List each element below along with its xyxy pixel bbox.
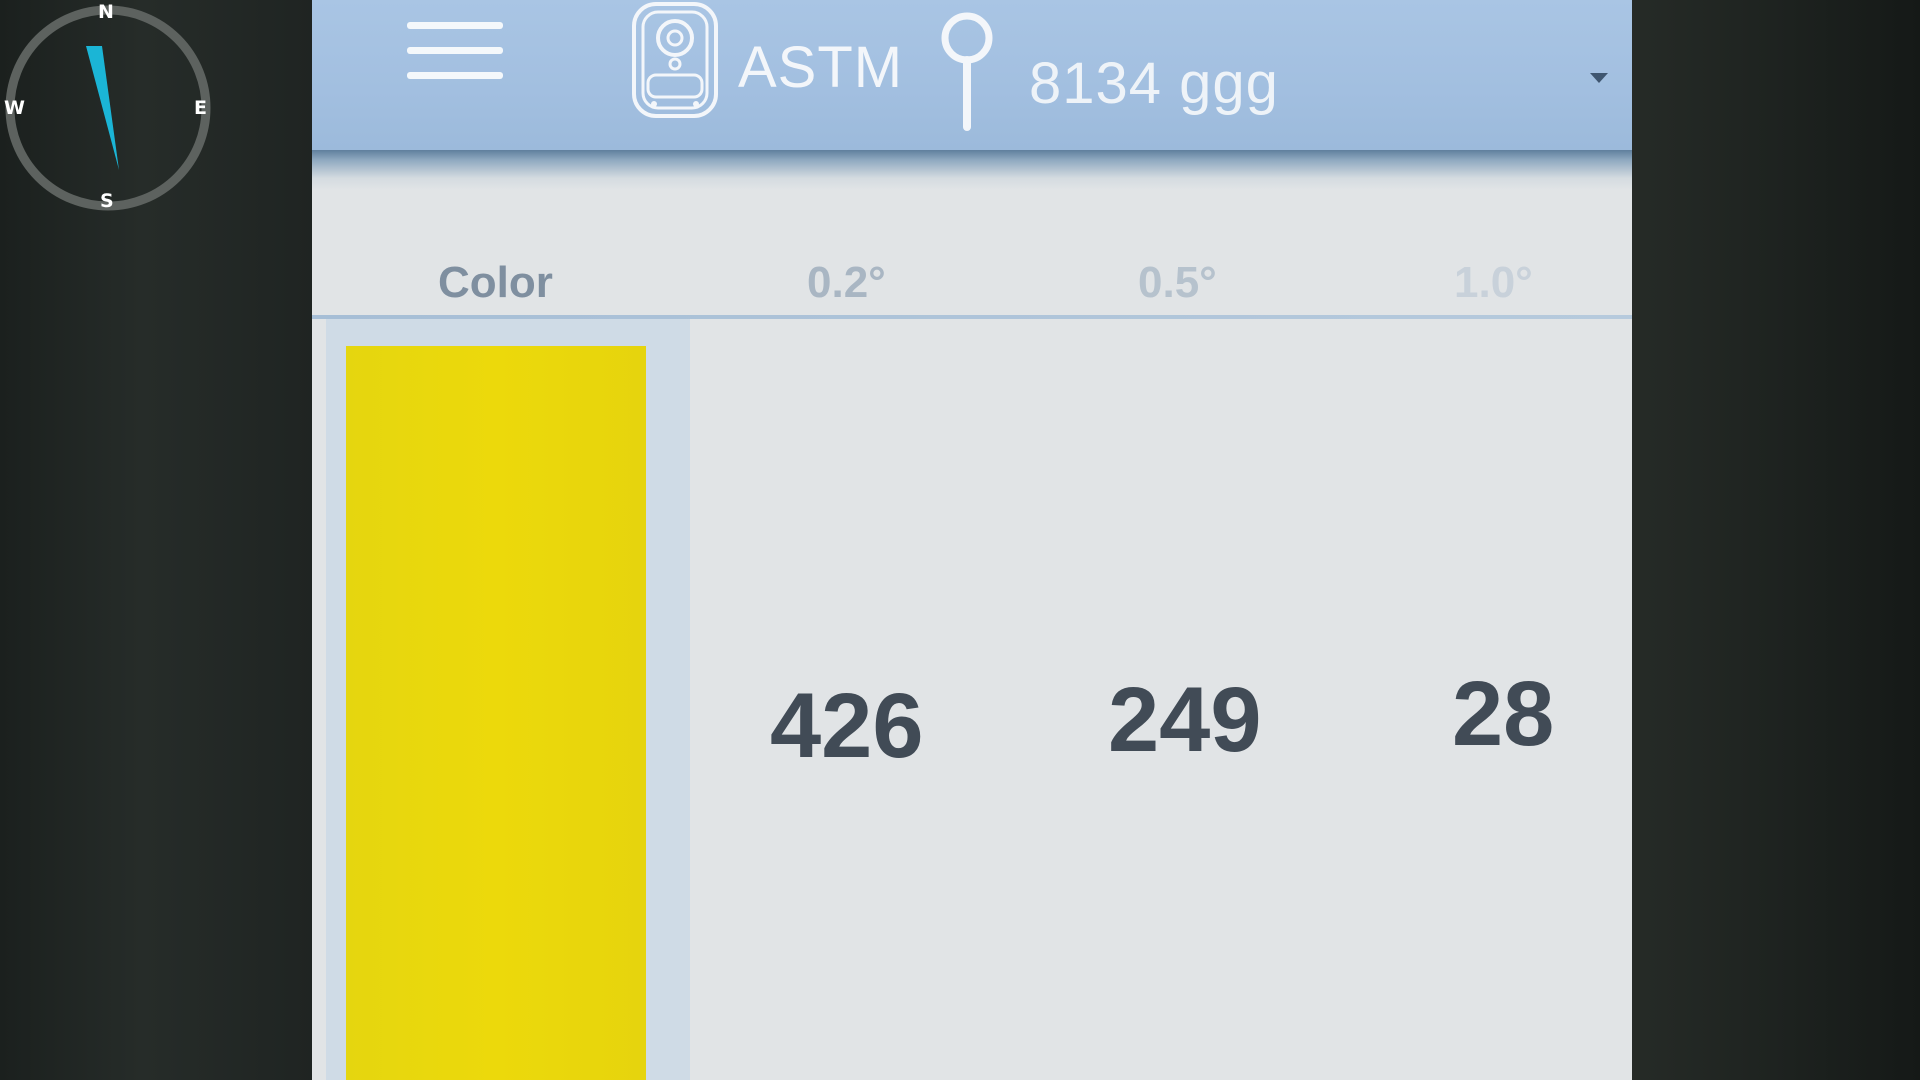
value-0-2-deg: 426	[770, 675, 924, 777]
device-screen: ASTM 8134 ggg Color 0.2° 0.5° 1.0° 426 2…	[312, 0, 1632, 1080]
menu-button[interactable]	[407, 22, 507, 94]
column-header-0-5-deg: 0.5°	[1138, 258, 1217, 307]
colorimeter-device-icon	[630, 0, 720, 122]
compass-east-label: E	[194, 97, 207, 119]
column-header-color: Color	[438, 258, 553, 307]
measurement-standard[interactable]: ASTM	[738, 34, 903, 101]
location-pin-icon	[934, 10, 1000, 132]
menu-bar-line	[407, 47, 503, 54]
device-bezel-right	[1625, 0, 1920, 1080]
app-bar-shadow	[312, 150, 1632, 190]
color-swatch	[346, 346, 646, 1080]
value-0-5-deg: 249	[1108, 669, 1262, 771]
compass-needle-icon	[86, 46, 119, 170]
menu-bar-line	[407, 72, 503, 79]
value-1-0-deg: 28	[1452, 663, 1555, 765]
column-header-1-0-deg: 1.0°	[1454, 258, 1533, 307]
app-bar: ASTM 8134 ggg	[312, 0, 1632, 150]
compass-south-label: S	[100, 190, 114, 212]
compass-widget: N S W E	[0, 0, 216, 216]
compass-north-label: N	[98, 1, 114, 23]
caret-down-icon[interactable]	[1588, 70, 1610, 86]
compass-west-label: W	[4, 97, 25, 119]
menu-bar-line	[407, 22, 503, 29]
column-header-0-2-deg: 0.2°	[807, 258, 886, 307]
sample-name[interactable]: 8134 ggg	[1029, 50, 1279, 117]
